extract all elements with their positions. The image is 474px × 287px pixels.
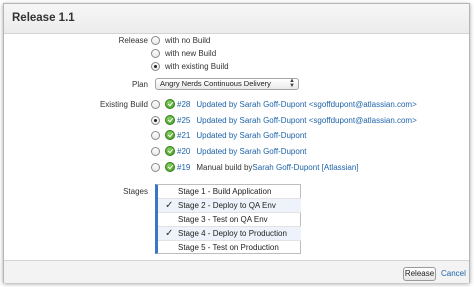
build-description: Updated by Sarah Goff-Dupont	[196, 130, 307, 140]
check-icon[interactable]: ✓	[165, 227, 175, 240]
radio-build-21[interactable]	[151, 130, 160, 140]
stage-label: Stage 5 - Test on Production	[178, 243, 279, 252]
stage-item-4[interactable]: ✓ Stage 4 - Deploy to Production	[158, 227, 301, 241]
build-option-28[interactable]: #28 Updated by Sarah Goff-Dupont <sgoffd…	[151, 98, 417, 110]
stage-item-3[interactable]: Stage 3 - Test on QA Env	[158, 213, 301, 227]
stage-label: Stage 3 - Test on QA Env	[178, 215, 268, 224]
release-label: Release	[118, 36, 148, 45]
build-description: Updated by Sarah Goff-Dupont <sgoffdupon…	[196, 99, 417, 109]
plan-label: Plan	[131, 80, 148, 89]
build-number-link[interactable]: #19	[177, 163, 190, 172]
dialog-title: Release 1.1	[12, 12, 75, 24]
build-success-icon	[165, 162, 175, 172]
release-option-label: with no Build	[165, 35, 211, 45]
release-option-new-build[interactable]: with new Build	[151, 47, 216, 59]
build-option-19[interactable]: #19 Manual build by Sarah Goff-Dupont [A…	[151, 161, 359, 173]
stage-item-2[interactable]: ✓ Stage 2 - Deploy to QA Env	[158, 199, 301, 213]
build-description-prefix: Manual build by	[196, 162, 253, 172]
build-option-21[interactable]: #21 Updated by Sarah Goff-Dupont	[151, 129, 307, 141]
build-number-link[interactable]: #21	[177, 131, 190, 140]
stage-label: Stage 4 - Deploy to Production	[178, 229, 287, 238]
build-number-link[interactable]: #25	[177, 116, 190, 125]
build-success-icon	[165, 115, 175, 125]
radio-new-build[interactable]	[151, 48, 160, 58]
stages-list[interactable]: Stage 1 - Build Application ✓ Stage 2 - …	[155, 184, 301, 254]
stages-label: Stages	[123, 187, 148, 196]
build-success-icon	[165, 130, 175, 140]
build-description: Updated by Sarah Goff-Dupont	[196, 146, 307, 156]
build-number-link[interactable]: #20	[177, 147, 190, 156]
build-number-link[interactable]: #28	[177, 100, 190, 109]
build-option-20[interactable]: #20 Updated by Sarah Goff-Dupont	[151, 145, 307, 157]
select-arrows-icon: ▲ ▼	[289, 78, 295, 89]
plan-select[interactable]: Angry Nerds Continuous Delivery ▲ ▼	[155, 78, 299, 90]
stage-item-5[interactable]: Stage 5 - Test on Production	[158, 241, 301, 255]
release-option-no-build[interactable]: with no Build	[151, 34, 210, 46]
build-option-25[interactable]: #25 Updated by Sarah Goff-Dupont <sgoffd…	[151, 114, 417, 126]
radio-no-build[interactable]	[151, 35, 160, 45]
release-option-existing-build[interactable]: with existing Build	[151, 60, 229, 72]
stage-item-1[interactable]: Stage 1 - Build Application	[158, 185, 301, 199]
radio-build-19[interactable]	[151, 162, 160, 172]
radio-existing-build[interactable]	[151, 61, 160, 71]
release-option-label: with existing Build	[165, 61, 229, 71]
plan-select-value: Angry Nerds Continuous Delivery	[160, 79, 271, 88]
build-description: Updated by Sarah Goff-Dupont <sgoffdupon…	[196, 115, 417, 125]
stage-label: Stage 1 - Build Application	[178, 187, 272, 196]
dialog-footer: Release Cancel	[4, 260, 469, 283]
release-button[interactable]: Release	[403, 267, 436, 281]
radio-build-25[interactable]	[151, 115, 160, 125]
build-success-icon	[165, 99, 175, 109]
release-dialog: Release 1.1 Release with no Build with n…	[3, 3, 470, 283]
build-success-icon	[165, 146, 175, 156]
stage-label: Stage 2 - Deploy to QA Env	[178, 201, 276, 210]
check-icon[interactable]: ✓	[165, 199, 175, 212]
release-option-label: with new Build	[165, 48, 217, 58]
radio-build-28[interactable]	[151, 99, 160, 109]
cancel-link[interactable]: Cancel	[441, 269, 466, 278]
dialog-header: Release 1.1	[4, 4, 469, 34]
build-author-link[interactable]: Sarah Goff-Dupont [Atlassian]	[252, 163, 358, 172]
existing-build-label: Existing Build	[99, 100, 148, 109]
radio-build-20[interactable]	[151, 146, 160, 156]
